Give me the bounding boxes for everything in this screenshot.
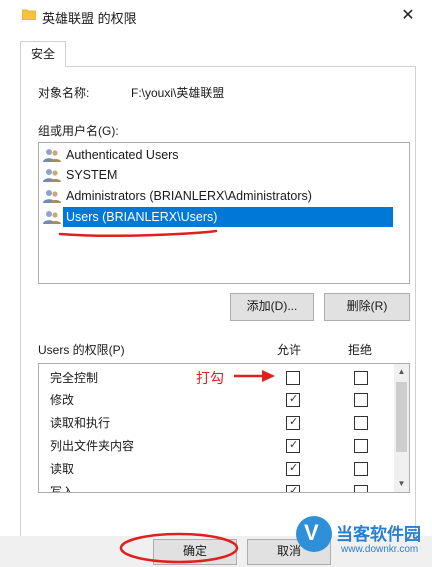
tab-strip: 安全 xyxy=(20,41,412,67)
tab-security[interactable]: 安全 xyxy=(20,41,66,67)
scroll-down-icon[interactable]: ▼ xyxy=(394,476,409,492)
object-name-value: F:\youxi\英雄联盟 xyxy=(131,86,225,100)
annotation-arrow-icon xyxy=(234,370,275,382)
permission-name: 完全控制 xyxy=(50,371,99,385)
deny-checkbox[interactable] xyxy=(354,393,368,407)
users-icon xyxy=(43,190,61,203)
check-icon: ✓ xyxy=(289,439,299,451)
annotation-circle xyxy=(119,532,239,564)
permission-row: 读取 ✓ xyxy=(39,457,394,479)
permission-name: 修改 xyxy=(50,393,75,407)
deny-checkbox[interactable] xyxy=(354,416,368,430)
check-icon: ✓ xyxy=(289,485,299,493)
permission-name: 列出文件夹内容 xyxy=(50,439,135,453)
check-icon: ✓ xyxy=(289,416,299,428)
list-item-label: SYSTEM xyxy=(66,168,118,182)
allow-checkbox[interactable] xyxy=(286,371,300,385)
permission-row: 读取和执行 ✓ xyxy=(39,411,394,433)
deny-checkbox[interactable] xyxy=(354,439,368,453)
object-name-label: 对象名称: xyxy=(38,86,90,100)
remove-button[interactable]: 删除(R) xyxy=(324,293,410,321)
permissions-scrollbar[interactable]: ▲ ▼ xyxy=(394,364,409,492)
permissions-list[interactable]: 完全控制 修改 ✓ 读取和执行 ✓ 列出文件夹内容 ✓ 读取 ✓ 写入 ✓ ▲ … xyxy=(38,363,410,493)
permission-row: 列出文件夹内容 ✓ xyxy=(39,434,394,456)
groups-label: 组或用户名(G): xyxy=(38,124,119,138)
group-user-list[interactable]: Authenticated Users SYSTEM Administrator… xyxy=(38,142,410,284)
allow-checkbox[interactable]: ✓ xyxy=(286,439,300,453)
permissions-label: Users 的权限(P) xyxy=(38,343,125,357)
users-icon xyxy=(43,149,61,162)
permission-name: 读取和执行 xyxy=(50,416,111,430)
scroll-up-icon[interactable]: ▲ xyxy=(394,364,409,380)
allow-checkbox[interactable]: ✓ xyxy=(286,485,300,493)
watermark-text: 当客软件园 xyxy=(336,525,421,544)
deny-checkbox[interactable] xyxy=(354,485,368,492)
permission-name: 写入 xyxy=(50,485,75,493)
list-item-label: Authenticated Users xyxy=(66,148,179,162)
scroll-thumb[interactable] xyxy=(396,382,407,452)
add-button[interactable]: 添加(D)... xyxy=(230,293,314,321)
annotation-text: 打勾 xyxy=(196,370,224,386)
title-bar: 英雄联盟 的权限 ✕ xyxy=(0,0,432,32)
allow-header: 允许 xyxy=(277,343,302,357)
list-item-label: Administrators (BRIANLERX\Administrators… xyxy=(66,189,312,203)
permission-name: 读取 xyxy=(50,462,75,476)
permission-row: 修改 ✓ xyxy=(39,388,394,410)
check-icon: ✓ xyxy=(289,393,299,405)
close-button[interactable]: ✕ xyxy=(396,5,420,27)
deny-checkbox[interactable] xyxy=(354,462,368,476)
folder-icon xyxy=(22,9,36,20)
allow-checkbox[interactable]: ✓ xyxy=(286,416,300,430)
watermark-url: www.downkr.com xyxy=(341,544,419,555)
annotation-underline xyxy=(58,229,218,238)
list-item[interactable]: Authenticated Users xyxy=(43,145,403,165)
permission-row: 写入 ✓ xyxy=(39,480,394,493)
allow-checkbox[interactable]: ✓ xyxy=(286,393,300,407)
list-item-label: Users (BRIANLERX\Users) xyxy=(63,207,393,227)
watermark-logo-icon: V xyxy=(296,516,332,552)
list-item-selected[interactable]: Users (BRIANLERX\Users) xyxy=(43,207,409,227)
window-title: 英雄联盟 的权限 xyxy=(42,11,137,26)
deny-checkbox[interactable] xyxy=(354,371,368,385)
allow-checkbox[interactable]: ✓ xyxy=(286,462,300,476)
users-icon xyxy=(43,169,61,182)
list-item[interactable]: SYSTEM xyxy=(43,165,403,185)
users-icon xyxy=(43,211,61,224)
check-icon: ✓ xyxy=(289,462,299,474)
list-item[interactable]: Administrators (BRIANLERX\Administrators… xyxy=(43,186,403,206)
deny-header: 拒绝 xyxy=(348,343,373,357)
